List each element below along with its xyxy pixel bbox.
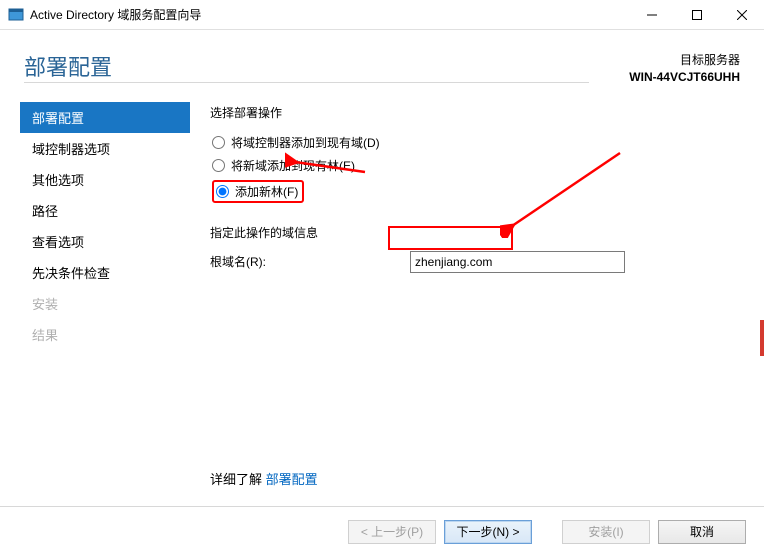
root-domain-row: 根域名(R):	[210, 251, 744, 273]
radio-add-domain-existing-forest[interactable]: 将新域添加到现有林(E)	[210, 154, 744, 177]
minimize-button[interactable]	[629, 0, 674, 30]
learn-more-prefix: 详细了解	[210, 472, 266, 487]
body-row: 部署配置 域控制器选项 其他选项 路径 查看选项 先决条件检查 安装 结果 选择…	[0, 86, 764, 474]
nav-deploy-config[interactable]: 部署配置	[20, 102, 190, 133]
domain-info-label: 指定此操作的域信息	[210, 224, 744, 241]
radio-new-forest-highlight: 添加新林(F)	[212, 180, 304, 203]
nav-prereq-check[interactable]: 先决条件检查	[20, 257, 190, 288]
target-server-label: 目标服务器	[629, 52, 740, 69]
app-icon	[8, 7, 24, 23]
main-panel: 选择部署操作 将域控制器添加到现有域(D) 将新域添加到现有林(E) 添加新林(…	[190, 98, 744, 474]
root-domain-input[interactable]	[410, 251, 625, 273]
next-button[interactable]: 下一步(N) >	[444, 520, 532, 544]
radio-input-new-forest[interactable]	[216, 185, 229, 198]
root-domain-label: 根域名(R):	[210, 253, 410, 270]
header-row: 部署配置 目标服务器 WIN-44VCJT66UHH	[0, 30, 764, 86]
radio-add-dc-existing-domain[interactable]: 将域控制器添加到现有域(D)	[210, 131, 744, 154]
radio-input-existing-domain[interactable]	[212, 136, 225, 149]
learn-more-link[interactable]: 部署配置	[266, 472, 318, 487]
radio-add-new-forest[interactable]: 添加新林(F)	[216, 182, 298, 201]
nav-review-options[interactable]: 查看选项	[20, 226, 190, 257]
page-title: 部署配置	[24, 50, 589, 83]
title-bar: Active Directory 域服务配置向导	[0, 0, 764, 30]
select-operation-label: 选择部署操作	[210, 104, 744, 121]
radio-label-existing-forest: 将新域添加到现有林(E)	[231, 157, 355, 174]
cancel-button[interactable]: 取消	[658, 520, 746, 544]
maximize-button[interactable]	[674, 0, 719, 30]
learn-more-row: 详细了解 部署配置	[210, 469, 318, 488]
right-edge-accent	[760, 320, 764, 356]
wizard-footer: < 上一步(P) 下一步(N) > 安装(I) 取消	[0, 506, 764, 556]
nav-additional-options[interactable]: 其他选项	[20, 164, 190, 195]
prev-button: < 上一步(P)	[348, 520, 436, 544]
window-controls	[629, 0, 764, 30]
nav-install: 安装	[20, 288, 190, 319]
nav-paths[interactable]: 路径	[20, 195, 190, 226]
target-server-block: 目标服务器 WIN-44VCJT66UHH	[629, 52, 740, 86]
nav-dc-options[interactable]: 域控制器选项	[20, 133, 190, 164]
install-button: 安装(I)	[562, 520, 650, 544]
radio-label-new-forest: 添加新林(F)	[235, 183, 298, 200]
nav-results: 结果	[20, 319, 190, 350]
radio-label-existing-domain: 将域控制器添加到现有域(D)	[231, 134, 380, 151]
wizard-sidebar: 部署配置 域控制器选项 其他选项 路径 查看选项 先决条件检查 安装 结果	[20, 98, 190, 474]
window-title: Active Directory 域服务配置向导	[30, 6, 629, 23]
close-button[interactable]	[719, 0, 764, 30]
target-server-value: WIN-44VCJT66UHH	[629, 69, 740, 86]
radio-input-existing-forest[interactable]	[212, 159, 225, 172]
